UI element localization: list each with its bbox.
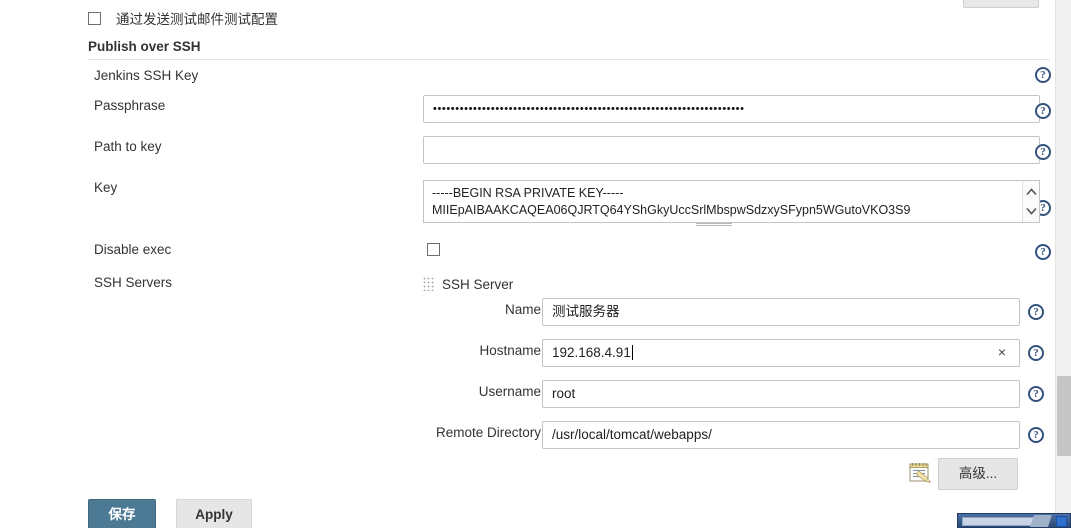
chevron-up-icon[interactable]	[1026, 188, 1037, 196]
ssh-field-row-name: Name 测试服务器	[423, 298, 1053, 326]
drag-handle-icon[interactable]	[423, 277, 434, 291]
advanced-button[interactable]: 高级...	[938, 458, 1018, 490]
label-jenkins-ssh-key: Jenkins SSH Key	[94, 68, 199, 83]
passphrase-input[interactable]: ••••••••••••••••••••••••••••••••••••••••…	[423, 95, 1040, 123]
ssh-field-row-hostname: Hostname 192.168.4.91 ×	[423, 339, 1053, 367]
page-scrollbar-thumb[interactable]	[1057, 376, 1071, 456]
disable-exec-checkbox[interactable]	[427, 243, 440, 256]
label-path-to-key: Path to key	[94, 139, 162, 154]
section-header: Publish over SSH	[88, 38, 1050, 60]
section-divider	[88, 59, 1050, 60]
key-textarea-scrollbar[interactable]	[1022, 181, 1039, 222]
key-textarea-resize-handle[interactable]	[696, 223, 732, 227]
remote-directory-input[interactable]: /usr/local/tomcat/webapps/	[542, 421, 1020, 449]
remote-directory-input-value: /usr/local/tomcat/webapps/	[552, 427, 712, 442]
hostname-input[interactable]: 192.168.4.91	[542, 339, 1020, 367]
name-input[interactable]: 测试服务器	[542, 298, 1020, 326]
test-config-checkbox[interactable]	[88, 11, 101, 25]
label-passphrase: Passphrase	[94, 98, 166, 113]
help-icon-remote-directory[interactable]	[1028, 427, 1044, 443]
key-line-2: MIIEpAIBAAKCAQEA06QJRTQ64YShGkyUccSrlMbs…	[432, 203, 911, 217]
username-input[interactable]: root	[542, 380, 1020, 408]
clipped-top-button[interactable]	[963, 0, 1039, 8]
clipped-window-button[interactable]	[1056, 516, 1067, 527]
help-icon-disable-exec[interactable]	[1035, 244, 1051, 260]
clear-input-icon[interactable]: ×	[995, 345, 1009, 359]
help-icon-hostname[interactable]	[1028, 345, 1044, 361]
label-name: Name	[504, 302, 541, 317]
key-line-1: -----BEGIN RSA PRIVATE KEY-----	[432, 186, 624, 200]
ssh-server-block: SSH Server Name 测试服务器 Hostname 192.168.4…	[423, 274, 1053, 449]
key-textarea[interactable]: -----BEGIN RSA PRIVATE KEY----- MIIEpAIB…	[423, 180, 1040, 223]
ssh-field-row-remote-directory: Remote Directory /usr/local/tomcat/webap…	[423, 421, 1053, 449]
text-cursor	[631, 345, 633, 360]
help-icon-path-to-key[interactable]	[1035, 144, 1051, 160]
section-title: Publish over SSH	[88, 39, 201, 54]
hostname-input-value: 192.168.4.91	[552, 345, 631, 360]
apply-button[interactable]: Apply	[176, 499, 252, 528]
label-username: Username	[478, 384, 541, 399]
notepad-pencil-icon	[908, 461, 934, 485]
passphrase-masked-value: ••••••••••••••••••••••••••••••••••••••••…	[433, 103, 745, 115]
label-disable-exec: Disable exec	[94, 242, 172, 257]
ssh-field-row-username: Username root	[423, 380, 1053, 408]
label-ssh-servers: SSH Servers	[94, 275, 173, 290]
key-textarea-content: -----BEGIN RSA PRIVATE KEY----- MIIEpAIB…	[432, 185, 1019, 219]
help-icon-username[interactable]	[1028, 386, 1044, 402]
clipped-window-glyph-icon	[1030, 515, 1052, 527]
test-config-row: 通过发送测试邮件测试配置	[88, 8, 278, 28]
help-icon-passphrase[interactable]	[1035, 103, 1051, 119]
path-to-key-input[interactable]	[423, 136, 1040, 164]
help-icon-jenkins-ssh-key[interactable]	[1035, 67, 1051, 83]
label-hostname: Hostname	[479, 343, 541, 358]
page-root: 通过发送测试邮件测试配置 Publish over SSH Jenkins SS…	[0, 0, 1071, 528]
ssh-server-title: SSH Server	[442, 276, 514, 292]
help-icon-name[interactable]	[1028, 304, 1044, 320]
label-remote-directory: Remote Directory	[435, 425, 541, 440]
clipped-window-chrome	[957, 513, 1071, 528]
test-config-label: 通过发送测试邮件测试配置	[116, 12, 278, 27]
save-button[interactable]: 保存	[88, 499, 156, 528]
label-key: Key	[94, 180, 118, 195]
page-scrollbar[interactable]	[1055, 0, 1071, 528]
chevron-down-icon[interactable]	[1026, 207, 1037, 215]
username-input-value: root	[552, 386, 576, 401]
ssh-server-header: SSH Server	[423, 274, 1053, 294]
name-input-value: 测试服务器	[552, 304, 620, 319]
